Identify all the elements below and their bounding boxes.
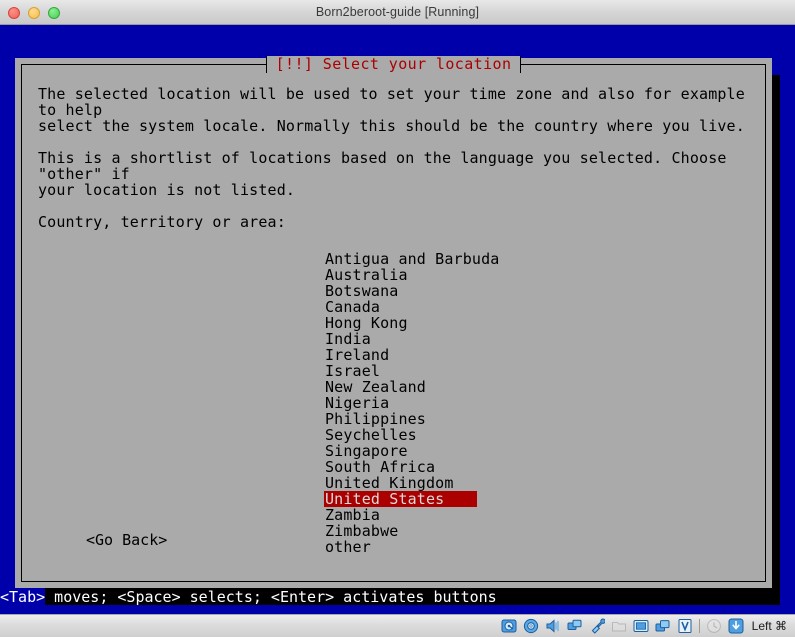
list-item[interactable]: Hong Kong (324, 315, 749, 331)
statusbar-separator (698, 619, 700, 633)
list-item[interactable]: Philippines (324, 411, 749, 427)
window-title: Born2beroot-guide [Running] (315, 4, 480, 19)
list-item[interactable]: Canada (324, 299, 749, 315)
window-titlebar: Born2beroot-guide [Running] (0, 0, 795, 25)
country-option[interactable]: Zambia (324, 507, 381, 523)
country-option[interactable]: Canada (324, 299, 381, 315)
description-paragraph-2: This is a shortlist of locations based o… (38, 149, 727, 199)
country-option[interactable]: South Africa (324, 459, 436, 475)
country-option[interactable]: India (324, 331, 372, 347)
country-option[interactable]: Antigua and Barbuda (324, 251, 500, 267)
zoom-button[interactable] (48, 6, 60, 19)
virtualbox-statusbar: Left ⌘ (0, 614, 795, 637)
country-option[interactable]: Zimbabwe (324, 523, 399, 539)
country-option[interactable]: Nigeria (324, 395, 390, 411)
dialog-inner-frame: [!!] Select your location The selected l… (21, 56, 766, 582)
list-item[interactable]: Israel (324, 363, 749, 379)
display-icon[interactable] (633, 618, 649, 634)
list-item[interactable]: India (324, 331, 749, 347)
audio-icon[interactable] (545, 618, 561, 634)
country-option[interactable]: Philippines (324, 411, 427, 427)
country-option[interactable]: Ireland (324, 347, 390, 363)
list-item[interactable]: Nigeria (324, 395, 749, 411)
list-item[interactable]: Zambia (324, 507, 749, 523)
description-paragraph-1: The selected location will be used to se… (38, 85, 745, 135)
list-item[interactable]: South Africa (324, 459, 749, 475)
usb-icon[interactable] (589, 618, 605, 634)
select-location-dialog: [!!] Select your location The selected l… (15, 56, 772, 588)
list-item[interactable]: other (324, 539, 749, 555)
country-list[interactable]: Antigua and Barbuda Australia Botswana Cana… (38, 251, 749, 555)
vm-console-screen: [!!] Select your location The selected l… (0, 25, 795, 614)
country-option-selected[interactable]: United States (324, 491, 477, 507)
list-item[interactable]: United Kingdom (324, 475, 749, 491)
dialog-body: The selected location will be used to se… (22, 65, 765, 581)
country-option[interactable]: Singapore (324, 443, 409, 459)
keyboard-hint-bar: <Tab> moves; <Space> selects; <Enter> ac… (0, 588, 497, 606)
country-option[interactable]: United Kingdom (324, 475, 455, 491)
clock-icon[interactable] (706, 618, 722, 634)
close-button[interactable] (8, 6, 20, 19)
go-back-button[interactable]: <Go Back> (86, 532, 167, 548)
network-icon[interactable] (567, 618, 583, 634)
country-option[interactable]: Seychelles (324, 427, 418, 443)
shared-folder-icon[interactable] (611, 618, 627, 634)
window-controls (8, 0, 60, 25)
host-key-indicator-icon[interactable] (728, 618, 744, 634)
list-item[interactable]: Seychelles (324, 427, 749, 443)
list-item[interactable]: Botswana (324, 283, 749, 299)
country-option[interactable]: New Zealand (324, 379, 427, 395)
country-option[interactable]: Hong Kong (324, 315, 409, 331)
list-item[interactable]: Singapore (324, 443, 749, 459)
country-option[interactable]: Botswana (324, 283, 399, 299)
country-option[interactable]: other (324, 539, 372, 555)
list-item[interactable]: Ireland (324, 347, 749, 363)
list-item[interactable]: United States (324, 491, 749, 507)
country-prompt-label: Country, territory or area: (38, 213, 286, 231)
country-option[interactable]: Israel (324, 363, 381, 379)
list-item[interactable]: Australia (324, 267, 749, 283)
list-item[interactable]: Antigua and Barbuda (324, 251, 749, 267)
hard-disk-icon[interactable] (501, 618, 517, 634)
country-option[interactable]: Australia (324, 267, 409, 283)
virtualbox-logo-icon[interactable] (677, 618, 693, 634)
virtualbox-window: Born2beroot-guide [Running] [!!] Select … (0, 0, 795, 637)
video-capture-icon[interactable] (655, 618, 671, 634)
optical-disk-icon[interactable] (523, 618, 539, 634)
list-item[interactable]: Zimbabwe (324, 523, 749, 539)
minimize-button[interactable] (28, 6, 40, 19)
host-key-label: Left ⌘ (751, 619, 787, 633)
list-item[interactable]: New Zealand (324, 379, 749, 395)
